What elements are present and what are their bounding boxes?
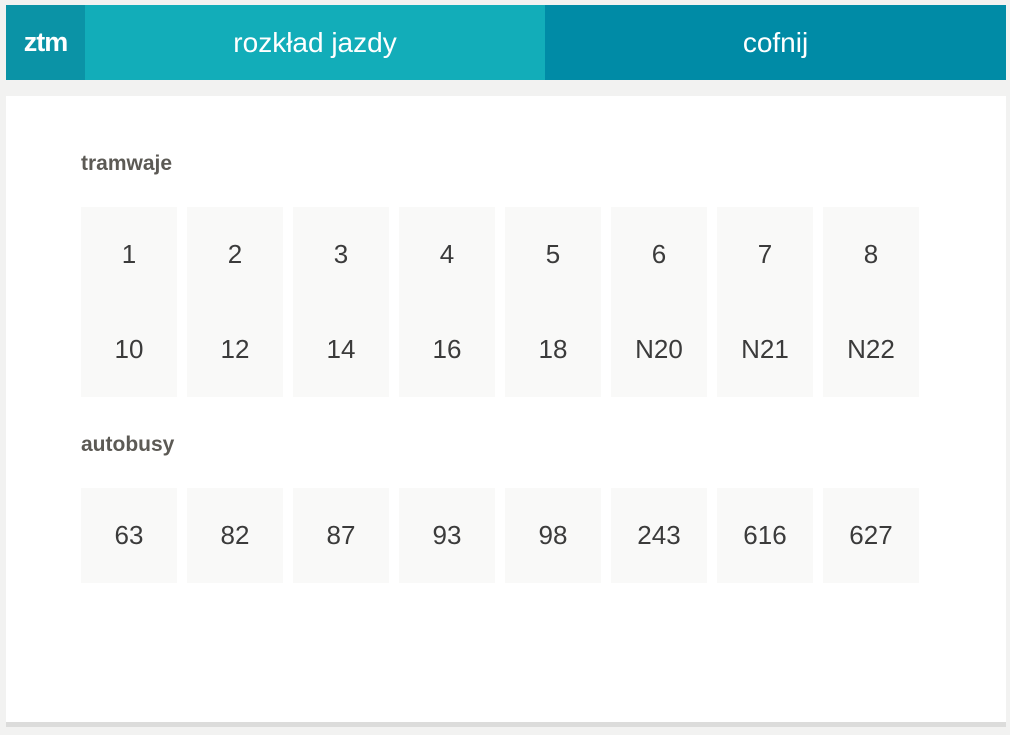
tram-line-button[interactable]: 4 [399, 207, 495, 302]
tram-line-button[interactable]: 16 [399, 302, 495, 397]
tram-line-button[interactable]: N22 [823, 302, 919, 397]
back-button[interactable]: cofnij [545, 5, 1006, 80]
bus-line-button[interactable]: 93 [399, 488, 495, 583]
bus-line-button[interactable]: 63 [81, 488, 177, 583]
top-bar: ztm rozkład jazdy cofnij [6, 5, 1006, 80]
tram-line-button[interactable]: 14 [293, 302, 389, 397]
buses-section-title: autobusy [81, 433, 175, 456]
bus-line-button[interactable]: 82 [187, 488, 283, 583]
trams-section-title: tramwaje [81, 152, 173, 175]
tram-line-button[interactable]: 10 [81, 302, 177, 397]
bus-line-button[interactable]: 616 [717, 488, 813, 583]
trams-grid: 1 2 3 4 5 6 7 8 10 12 14 16 18 N20 N21 N… [81, 207, 919, 397]
main-panel: tramwaje 1 2 3 4 5 6 7 8 10 12 14 16 18 … [6, 96, 1006, 727]
tram-line-button[interactable]: 2 [187, 207, 283, 302]
bus-line-button[interactable]: 98 [505, 488, 601, 583]
tram-line-button[interactable]: 12 [187, 302, 283, 397]
bus-line-button[interactable]: 627 [823, 488, 919, 583]
ztm-logo: ztm [6, 5, 85, 80]
tram-line-button[interactable]: 18 [505, 302, 601, 397]
tram-line-button[interactable]: N20 [611, 302, 707, 397]
tram-line-button[interactable]: 3 [293, 207, 389, 302]
tram-line-button[interactable]: 1 [81, 207, 177, 302]
tram-line-button[interactable]: 5 [505, 207, 601, 302]
tram-line-button[interactable]: 7 [717, 207, 813, 302]
schedule-tab[interactable]: rozkład jazdy [85, 5, 545, 80]
tram-line-button[interactable]: 8 [823, 207, 919, 302]
tram-line-button[interactable]: 6 [611, 207, 707, 302]
tram-line-button[interactable]: N21 [717, 302, 813, 397]
buses-grid: 63 82 87 93 98 243 616 627 [81, 488, 919, 583]
bus-line-button[interactable]: 243 [611, 488, 707, 583]
bus-line-button[interactable]: 87 [293, 488, 389, 583]
